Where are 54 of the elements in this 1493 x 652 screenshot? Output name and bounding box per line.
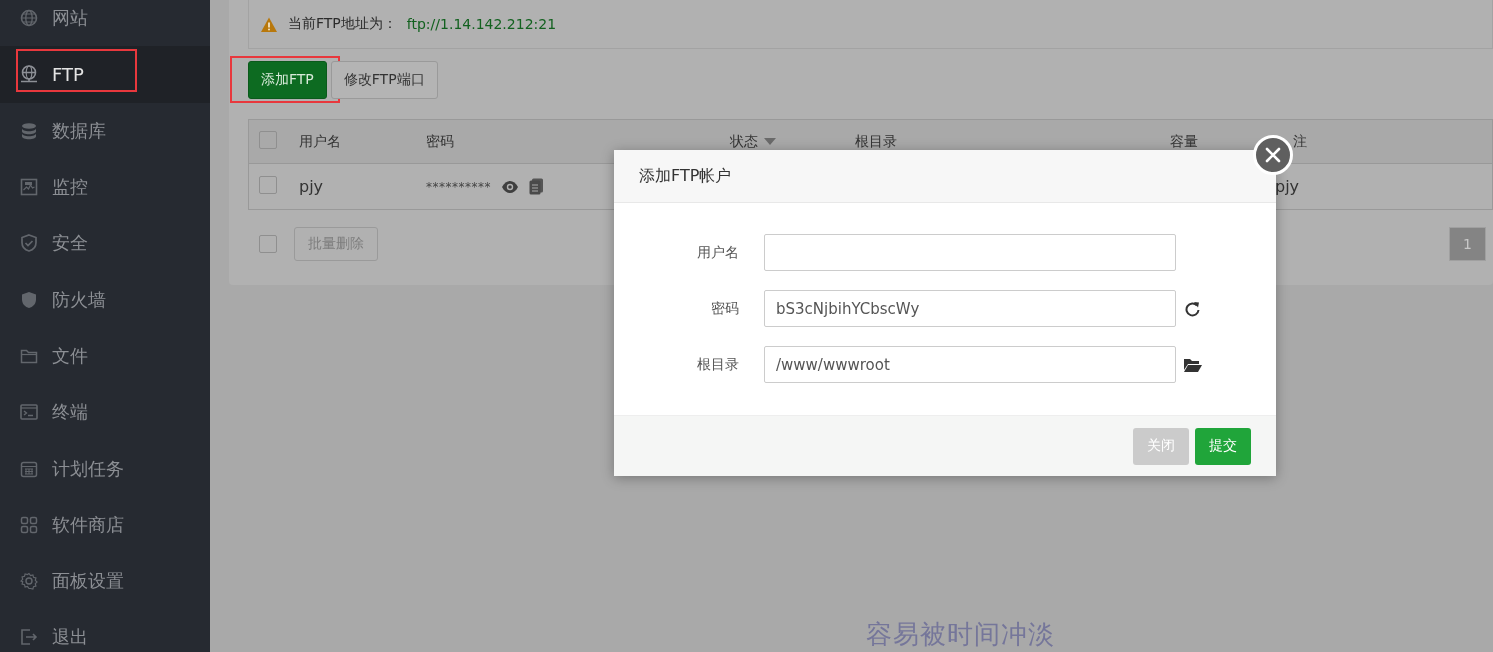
folder-icon[interactable]: [1184, 357, 1202, 372]
sidebar-item[interactable]: 网站: [0, 0, 210, 47]
ftp-address: ftp://1.14.142.212:21: [406, 16, 557, 32]
globe-icon: [20, 9, 38, 28]
input-field[interactable]: bS3cNjbihYCbscWy: [764, 290, 1176, 327]
sidebar-item[interactable]: FTP: [0, 46, 210, 103]
submit-button[interactable]: 提交: [1195, 427, 1251, 465]
terminal-icon: [20, 403, 38, 422]
network-globe-icon: [20, 65, 38, 84]
shield-check-icon: [20, 234, 38, 253]
chart-monitor-icon: [20, 178, 38, 197]
checkbox[interactable]: [259, 131, 277, 149]
sidebar-item[interactable]: 防火墙: [0, 271, 210, 328]
notice-text: 当前FTP地址为：: [288, 15, 397, 33]
field-label: 根目录: [696, 355, 739, 374]
shield-icon: [20, 290, 38, 309]
table-cell: pjy: [299, 177, 324, 196]
sidebar-item[interactable]: 软件商店: [0, 496, 210, 553]
column-header: 用户名: [299, 132, 341, 151]
toolbar-button[interactable]: 修改FTP端口: [330, 61, 438, 99]
logout-icon: [20, 628, 38, 647]
sidebar-item[interactable]: 监控: [0, 158, 210, 216]
column-header: 注: [1293, 132, 1307, 151]
refresh-icon[interactable]: [1184, 300, 1200, 317]
input-field[interactable]: /www/wwwroot: [764, 346, 1176, 383]
sidebar-item[interactable]: 计划任务: [0, 440, 210, 497]
column-header: 根目录: [855, 132, 897, 151]
field-label: 密码: [710, 299, 739, 318]
close-icon: [1265, 147, 1281, 163]
calendar-icon: [20, 459, 38, 478]
copy-icon[interactable]: [529, 178, 544, 195]
sidebar-item[interactable]: 安全: [0, 215, 210, 272]
checkbox[interactable]: [259, 235, 277, 253]
sort-caret-icon: [764, 138, 776, 145]
column-header[interactable]: 状态: [730, 132, 776, 151]
sidebar-item[interactable]: 退出: [0, 609, 210, 652]
sidebar-item[interactable]: 终端: [0, 384, 210, 441]
warning-icon: [260, 15, 278, 33]
table-cell: pjy: [1275, 177, 1300, 196]
field-label: 用户名: [696, 243, 739, 262]
sidebar-item[interactable]: 数据库: [0, 102, 210, 159]
input-field[interactable]: [764, 234, 1176, 271]
password-mask: **********: [426, 179, 491, 194]
eye-icon[interactable]: [501, 178, 519, 195]
sidebar-item[interactable]: 面板设置: [0, 552, 210, 610]
gear-icon: [20, 572, 38, 591]
checkbox[interactable]: [259, 175, 277, 194]
dialog-title: 添加FTP帐户: [639, 165, 732, 187]
grid-icon: [20, 515, 38, 534]
column-header: 密码: [426, 132, 454, 151]
add-button[interactable]: 添加FTP: [248, 61, 327, 99]
column-header: 容量: [1170, 132, 1198, 151]
sidebar-item[interactable]: 文件: [0, 327, 210, 385]
database-icon: [20, 121, 38, 140]
